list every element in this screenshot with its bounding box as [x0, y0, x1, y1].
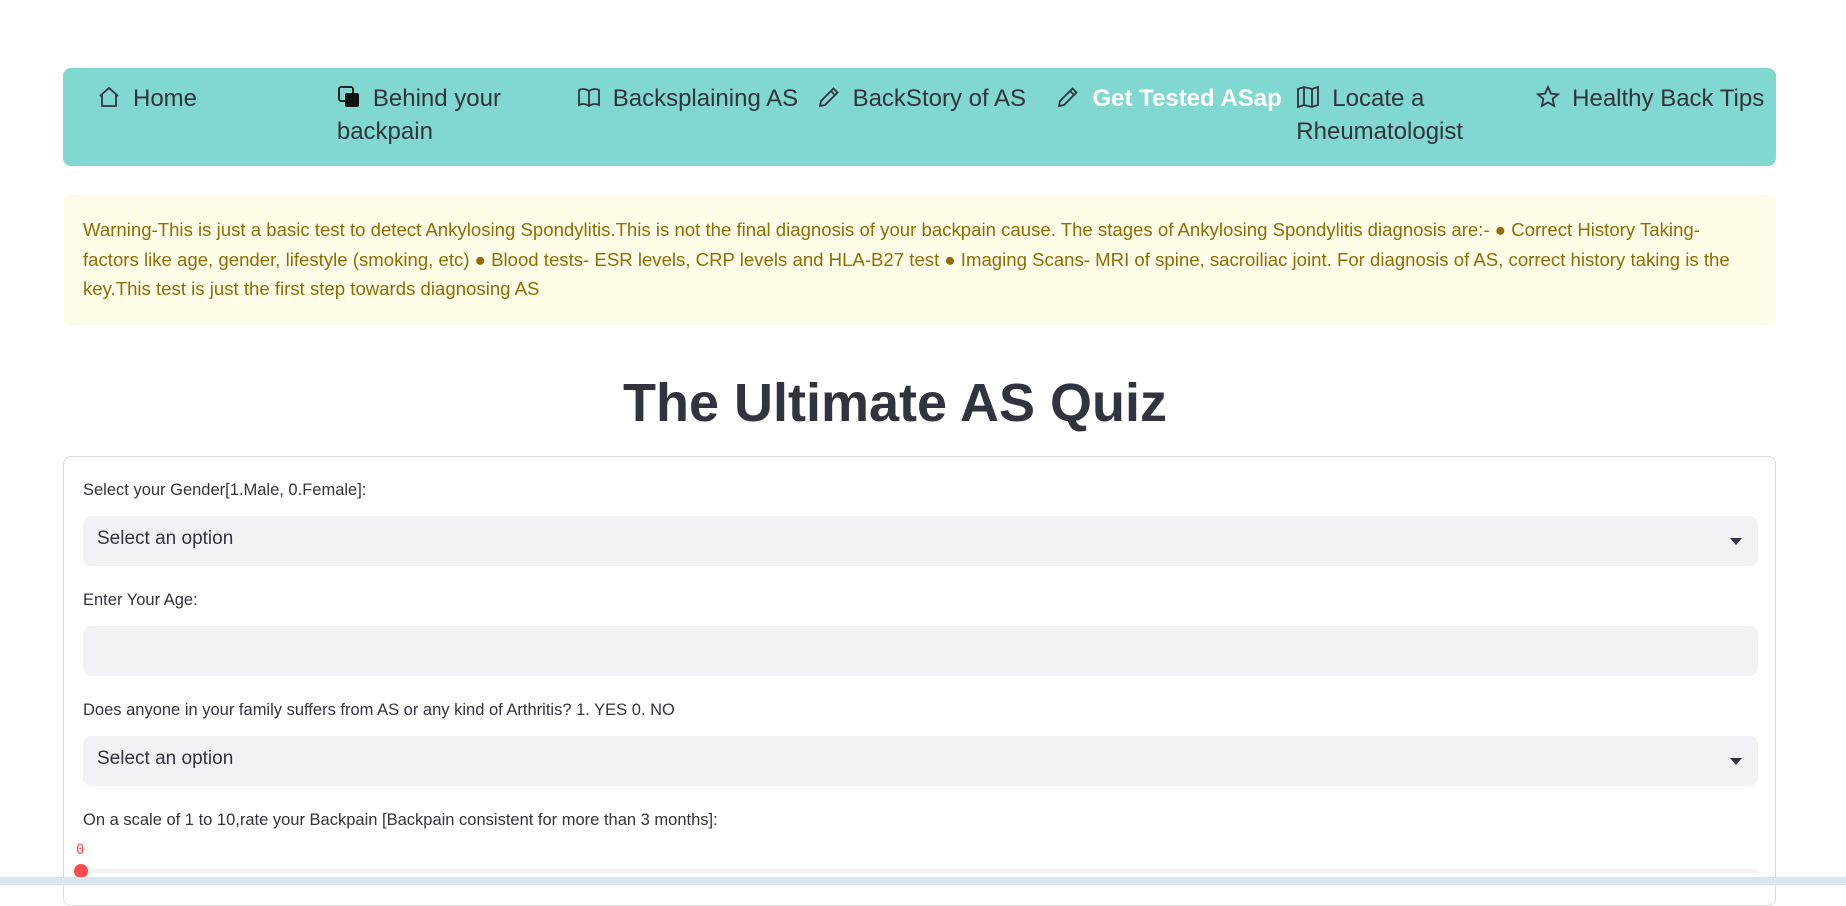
- nav-item-label: Home: [133, 85, 198, 112]
- map-icon: [1296, 85, 1320, 109]
- nav-item-label: BackStory of AS: [852, 85, 1026, 112]
- backpain-slider-thumb[interactable]: [74, 864, 88, 878]
- nav-item-label: Healthy Back Tips: [1572, 85, 1765, 112]
- nav-item-backstory-of-as[interactable]: BackStory of AS: [817, 68, 1057, 166]
- nav-item-label: Locate a Rheumatologist: [1296, 85, 1464, 145]
- slider-value: 0: [76, 842, 85, 858]
- nav-item-healthy-back-tips[interactable]: Healthy Back Tips: [1536, 68, 1776, 166]
- backpain-slider-track[interactable]: [83, 869, 1758, 873]
- page-title: The Ultimate AS Quiz: [622, 373, 1168, 433]
- layered-squares-icon: [337, 85, 361, 109]
- gender-select-value: Select an option: [97, 528, 234, 549]
- chevron-down-icon: [1730, 538, 1742, 545]
- house-icon: [97, 85, 121, 109]
- nav-item-locate-a-rheumatologist[interactable]: Locate a Rheumatologist: [1296, 68, 1536, 166]
- gender-select[interactable]: Select an option: [83, 516, 1758, 566]
- age-label: Enter Your Age:: [83, 591, 198, 609]
- chevron-down-icon: [1730, 758, 1742, 765]
- family-history-select-value: Select an option: [97, 748, 234, 769]
- book-icon: [577, 85, 601, 109]
- nav-item-backsplaining-as[interactable]: Backsplaining AS: [577, 68, 817, 166]
- horizontal-scrollbar[interactable]: [0, 877, 1846, 885]
- pencil-icon: [817, 85, 841, 109]
- navbar: Home Behind your backpain Backsplaining …: [63, 68, 1776, 166]
- pencil-icon: [1056, 85, 1080, 109]
- nav-item-get-tested-asap[interactable]: Get Tested ASap: [1056, 68, 1296, 166]
- star-icon: [1536, 85, 1561, 109]
- nav-item-label: Backsplaining AS: [612, 85, 799, 112]
- nav-item-behind-your-backpain[interactable]: Behind your backpain: [337, 68, 577, 166]
- nav-item-home[interactable]: Home: [97, 68, 337, 166]
- nav-item-label: Get Tested ASap: [1092, 85, 1282, 112]
- family-history-select[interactable]: Select an option: [83, 736, 1758, 786]
- gender-label: Select your Gender[1.Male, 0.Female]:: [83, 481, 367, 499]
- warning-alert: Warning-This is just a basic test to det…: [63, 195, 1776, 325]
- age-input[interactable]: [83, 626, 1758, 676]
- quiz-form: Select your Gender[1.Male, 0.Female]: Se…: [63, 456, 1776, 906]
- warning-text: Warning-This is just a basic test to det…: [83, 219, 1730, 299]
- nav-item-label: Behind your backpain: [336, 85, 501, 145]
- family-history-label: Does anyone in your family suffers from …: [83, 701, 675, 719]
- backpain-scale-label: On a scale of 1 to 10,rate your Backpain…: [83, 811, 718, 829]
